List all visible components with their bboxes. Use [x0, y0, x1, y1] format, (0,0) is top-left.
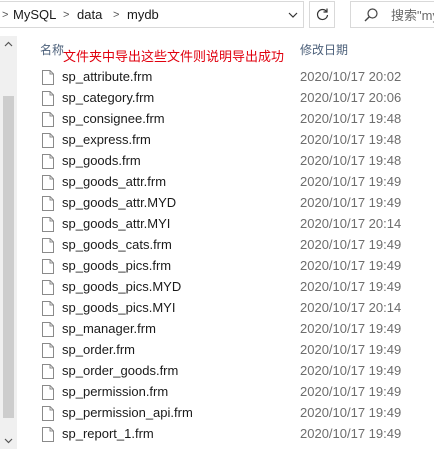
file-name: sp_category.frm [62, 90, 155, 105]
file-date-modified: 2020/10/17 19:49 [300, 237, 402, 252]
annotation-text: 文件夹中导出这些文件则说明导出成功 [63, 49, 285, 64]
file-row[interactable]: sp_permission.frm 2020/10/17 19:49 [0, 382, 434, 403]
breadcrumb-separator: > [63, 9, 70, 21]
breadcrumb-separator: > [2, 9, 9, 21]
file-icon [42, 154, 54, 169]
file-row[interactable]: sp_goods_attr.MYD 2020/10/17 19:49 [0, 193, 434, 214]
file-icon [42, 343, 54, 358]
column-header-date-modified[interactable]: 修改日期 [300, 41, 348, 58]
file-name: sp_goods_pics.frm [62, 258, 172, 273]
file-icon [42, 364, 54, 379]
file-name: sp_attribute.frm [62, 69, 153, 84]
file-date-modified: 2020/10/17 20:14 [300, 300, 402, 315]
file-name: sp_goods_pics.MYD [62, 279, 182, 294]
file-date-modified: 2020/10/17 19:49 [300, 363, 402, 378]
file-row[interactable]: sp_express.frm 2020/10/17 19:48 [0, 130, 434, 151]
scroll-up-arrow-icon[interactable] [0, 36, 17, 53]
file-date-modified: 2020/10/17 19:48 [300, 111, 402, 126]
file-name: sp_permission_api.frm [62, 405, 193, 420]
file-name: sp_consignee.frm [62, 111, 165, 126]
file-icon [42, 427, 54, 442]
file-date-modified: 2020/10/17 20:06 [300, 90, 402, 105]
address-toolbar: > MySQL > data > mydb [0, 0, 434, 30]
file-date-modified: 2020/10/17 19:49 [300, 342, 402, 357]
search-box[interactable] [350, 1, 434, 28]
file-icon [42, 385, 54, 400]
file-name: sp_order.frm [62, 342, 135, 357]
file-row[interactable]: sp_goods_pics.MYI 2020/10/17 20:14 [0, 298, 434, 319]
file-name: sp_goods_attr.MYD [62, 195, 177, 210]
file-row[interactable]: sp_goods_pics.frm 2020/10/17 19:49 [0, 256, 434, 277]
file-row[interactable]: sp_goods_attr.MYI 2020/10/17 20:14 [0, 214, 434, 235]
file-date-modified: 2020/10/17 19:49 [300, 426, 402, 441]
file-date-modified: 2020/10/17 19:48 [300, 132, 402, 147]
file-icon [42, 91, 54, 106]
chevron-down-icon[interactable] [283, 2, 303, 28]
file-row[interactable]: sp_report_1.frm 2020/10/17 19:49 [0, 424, 434, 445]
file-row[interactable]: sp_order.frm 2020/10/17 19:49 [0, 340, 434, 361]
file-list: sp_attribute.frm 2020/10/17 20:02 sp_categ… [0, 67, 434, 445]
file-date-modified: 2020/10/17 19:49 [300, 258, 402, 273]
file-date-modified: 2020/10/17 20:02 [300, 69, 402, 84]
file-date-modified: 2020/10/17 19:49 [300, 279, 402, 294]
file-row[interactable]: sp_permission_api.frm 2020/10/17 19:49 [0, 403, 434, 424]
file-date-modified: 2020/10/17 19:49 [300, 384, 402, 399]
file-row[interactable]: sp_manager.frm 2020/10/17 19:49 [0, 319, 434, 340]
file-date-modified: 2020/10/17 19:49 [300, 174, 402, 189]
breadcrumb-mysql[interactable]: MySQL [13, 2, 56, 28]
file-icon [42, 70, 54, 85]
file-icon [42, 322, 54, 337]
file-row[interactable]: sp_order_goods.frm 2020/10/17 19:49 [0, 361, 434, 382]
file-name: sp_permission.frm [62, 384, 169, 399]
column-header-name[interactable]: 名称 [40, 41, 64, 58]
refresh-icon [315, 7, 330, 27]
file-name: sp_manager.frm [62, 321, 156, 336]
file-icon [42, 280, 54, 295]
file-date-modified: 2020/10/17 19:48 [300, 153, 402, 168]
file-icon [42, 259, 54, 274]
file-name: sp_express.frm [62, 132, 151, 147]
file-name: sp_goods_attr.frm [62, 174, 167, 189]
file-name: sp_goods_attr.MYI [62, 216, 171, 231]
search-icon [363, 7, 379, 23]
file-name: sp_goods_cats.frm [62, 237, 172, 252]
file-icon [42, 238, 54, 253]
file-name: sp_goods_pics.MYI [62, 300, 176, 315]
file-row[interactable]: sp_category.frm 2020/10/17 20:06 [0, 88, 434, 109]
breadcrumb-data[interactable]: data [77, 2, 102, 28]
file-date-modified: 2020/10/17 20:14 [300, 216, 402, 231]
file-row[interactable]: sp_goods_pics.MYD 2020/10/17 19:49 [0, 277, 434, 298]
file-icon [42, 196, 54, 211]
file-row[interactable]: sp_consignee.frm 2020/10/17 19:48 [0, 109, 434, 130]
refresh-button[interactable] [309, 1, 335, 28]
file-name: sp_report_1.frm [62, 426, 154, 441]
file-icon [42, 301, 54, 316]
file-date-modified: 2020/10/17 19:49 [300, 321, 402, 336]
file-icon [42, 406, 54, 421]
file-icon [42, 112, 54, 127]
file-date-modified: 2020/10/17 19:49 [300, 405, 402, 420]
breadcrumb-separator: > [113, 9, 120, 21]
file-row[interactable]: sp_goods.frm 2020/10/17 19:48 [0, 151, 434, 172]
file-icon [42, 175, 54, 190]
file-name: sp_order_goods.frm [62, 363, 179, 378]
file-name: sp_goods.frm [62, 153, 141, 168]
breadcrumb-mydb[interactable]: mydb [127, 2, 159, 28]
file-icon [42, 133, 54, 148]
file-icon [42, 217, 54, 232]
file-date-modified: 2020/10/17 19:49 [300, 195, 402, 210]
search-input[interactable] [391, 5, 434, 25]
address-bar[interactable]: > MySQL > data > mydb [0, 1, 304, 28]
file-row[interactable]: sp_attribute.frm 2020/10/17 20:02 [0, 67, 434, 88]
file-row[interactable]: sp_goods_cats.frm 2020/10/17 19:49 [0, 235, 434, 256]
file-row[interactable]: sp_goods_attr.frm 2020/10/17 19:49 [0, 172, 434, 193]
